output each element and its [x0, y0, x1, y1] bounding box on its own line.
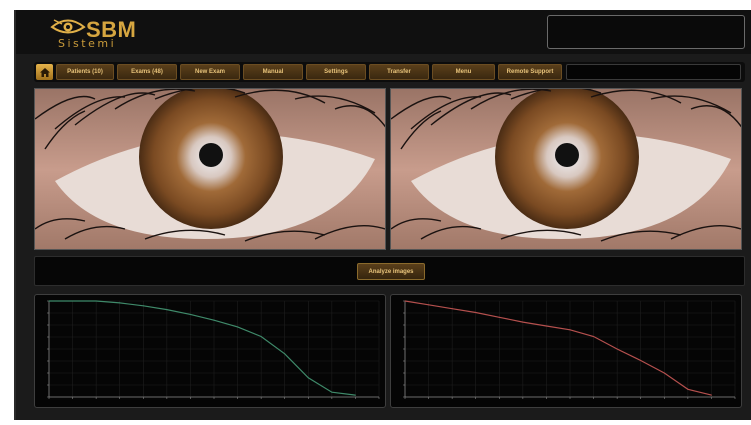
home-icon	[39, 67, 50, 77]
data-point	[687, 388, 689, 390]
data-point	[616, 348, 618, 350]
nav-remote-support-button[interactable]: Remote Support	[498, 64, 562, 80]
header-info-box	[547, 15, 745, 49]
left-chart	[47, 300, 380, 399]
data-point	[663, 372, 665, 374]
data-point	[142, 305, 144, 307]
data-point	[237, 326, 239, 328]
data-point	[475, 312, 477, 314]
app-window: SBM Sistemi Patients (10) Exams (48) New…	[14, 10, 751, 420]
data-point	[260, 336, 262, 338]
data-point	[451, 308, 453, 310]
data-point	[284, 353, 286, 355]
nav-manual-button[interactable]: Manual	[243, 64, 303, 80]
data-point	[95, 300, 97, 302]
brand-logo: SBM Sistemi	[48, 14, 168, 52]
home-button[interactable]	[36, 64, 53, 80]
data-point	[307, 377, 309, 379]
eye-logo-icon	[50, 19, 86, 34]
data-point	[640, 360, 642, 362]
nav-new-exam-button[interactable]: New Exam	[180, 64, 240, 80]
data-point	[522, 321, 524, 323]
brand-subtitle: Sistemi	[58, 37, 117, 50]
series-line	[404, 300, 712, 396]
data-point	[189, 313, 191, 315]
nav-patients-button[interactable]: Patients (10)	[56, 64, 114, 80]
right-chart	[403, 300, 736, 399]
main-navbar: Patients (10) Exams (48) New Exam Manual…	[34, 62, 745, 82]
action-bar: Analyze images	[34, 256, 745, 286]
data-point	[569, 329, 571, 331]
nav-status-field	[566, 64, 741, 80]
data-point	[166, 309, 168, 311]
nav-settings-button[interactable]: Settings	[306, 64, 366, 80]
nav-transfer-button[interactable]: Transfer	[369, 64, 429, 80]
data-point	[213, 319, 215, 321]
nav-menu-button[interactable]: Menu	[432, 64, 495, 80]
data-point	[593, 336, 595, 338]
data-point	[498, 316, 500, 318]
data-point	[710, 394, 712, 396]
left-eye-image	[34, 88, 386, 250]
right-chart-panel	[390, 294, 742, 408]
data-point	[119, 302, 121, 304]
header-bar: SBM Sistemi	[16, 10, 751, 54]
right-eye-image	[390, 88, 742, 250]
analyze-images-button[interactable]: Analyze images	[357, 263, 425, 280]
data-point	[354, 394, 356, 396]
series-line	[49, 300, 356, 396]
data-point	[331, 391, 333, 393]
left-chart-panel	[34, 294, 386, 408]
data-point	[428, 304, 430, 306]
data-point	[72, 300, 74, 302]
data-point	[404, 300, 406, 302]
nav-exams-button[interactable]: Exams (48)	[117, 64, 177, 80]
data-point	[545, 325, 547, 327]
data-point	[48, 300, 50, 302]
